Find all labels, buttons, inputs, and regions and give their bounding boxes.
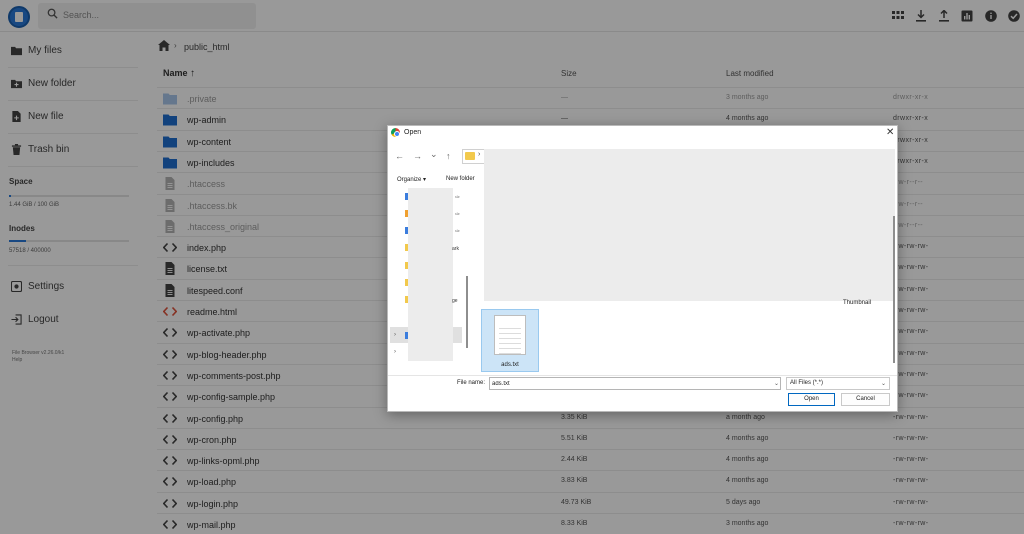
file-name-label: File name: <box>457 380 486 386</box>
back-button[interactable]: ← <box>395 151 404 161</box>
chrome-icon <box>391 128 400 137</box>
dialog-title: Open <box>404 129 422 136</box>
organize-menu[interactable]: Organize ▾ <box>397 176 426 183</box>
address-chevron-icon[interactable]: › <box>478 151 480 158</box>
text-document-icon <box>494 315 526 355</box>
forward-button[interactable]: → <box>413 151 422 161</box>
file-name-input[interactable] <box>489 377 781 390</box>
new-folder-button[interactable]: New folder <box>446 176 475 182</box>
thumbnail-label: Thumbnail <box>843 300 872 306</box>
file-view-redacted-region <box>484 149 895 301</box>
up-folder-button[interactable]: ↑ <box>446 151 451 161</box>
pin-icon[interactable]: ✑ <box>455 228 460 235</box>
file-type-chevron-icon[interactable]: ⌄ <box>881 380 886 387</box>
divider <box>388 375 897 376</box>
pin-icon[interactable]: ✑ <box>455 211 460 218</box>
expand-chevron-icon[interactable]: › <box>394 332 396 338</box>
dialog-title-bar: Open ✕ <box>388 126 897 140</box>
pin-icon[interactable]: ✑ <box>455 194 460 201</box>
file-tile-name: ads.txt <box>501 362 519 368</box>
file-name-history-chevron-icon[interactable]: ⌄ <box>774 380 779 387</box>
expand-chevron-icon[interactable]: › <box>394 349 396 355</box>
file-view-scrollbar[interactable] <box>893 216 895 363</box>
open-button[interactable]: Open <box>788 393 835 406</box>
open-file-dialog: Open ✕ ← → ⌄ ↑ › Organize ▾ New folder ›… <box>387 125 898 412</box>
folder-icon <box>465 152 475 160</box>
file-tile-ads-txt[interactable]: ads.txt <box>481 309 539 372</box>
nav-pane-scrollbar[interactable] <box>466 276 468 348</box>
recent-locations-button[interactable]: ⌄ <box>430 149 438 160</box>
nav-pane-label: ge <box>452 298 458 304</box>
nav-pane-label: ark <box>452 246 459 252</box>
file-type-value: All Files (*.*) <box>790 380 824 386</box>
cancel-button[interactable]: Cancel <box>841 393 890 406</box>
dialog-close-button[interactable]: ✕ <box>886 127 894 138</box>
nav-pane-redacted-region <box>408 188 453 361</box>
